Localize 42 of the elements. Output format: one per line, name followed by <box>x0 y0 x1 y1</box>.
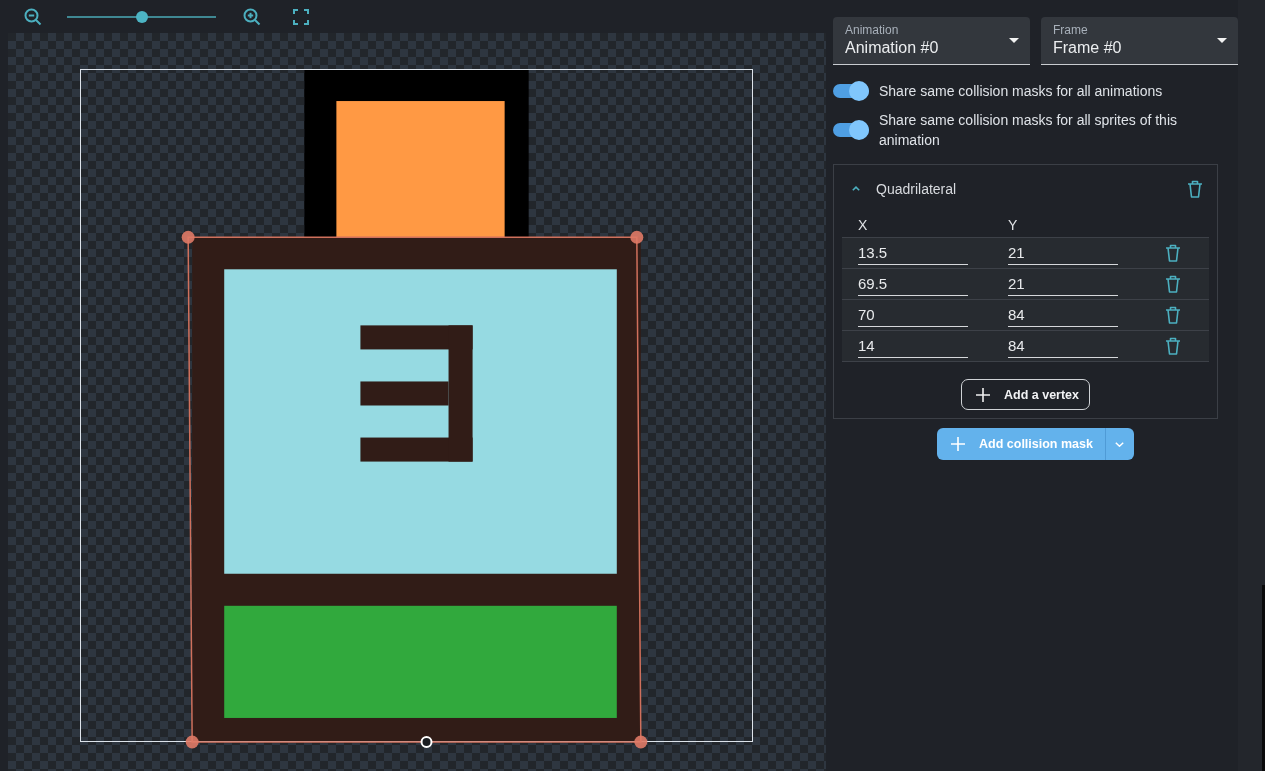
origin-handle[interactable] <box>420 736 433 748</box>
vertex-handle[interactable] <box>630 230 644 244</box>
trash-icon[interactable] <box>1187 179 1203 198</box>
trash-icon[interactable] <box>1165 244 1181 262</box>
vertex-y-field[interactable]: 84 <box>1008 334 1118 358</box>
zoom-in-icon[interactable] <box>243 7 261 26</box>
vertex-y-field[interactable]: 21 <box>1008 241 1118 265</box>
vertex-handle[interactable] <box>181 230 195 244</box>
vertex-handle[interactable] <box>185 735 199 749</box>
animation-select[interactable]: Animation Animation #0 <box>833 17 1030 65</box>
slider-thumb[interactable] <box>135 10 148 23</box>
fullscreen-icon[interactable] <box>293 8 309 25</box>
trash-icon[interactable] <box>1165 337 1181 355</box>
column-header: X <box>858 216 868 233</box>
vertex-x-field[interactable]: 69.5 <box>858 272 968 296</box>
dropdown-arrow-icon <box>1217 38 1227 43</box>
toggle-switch[interactable] <box>833 84 869 98</box>
vertex-x-field[interactable]: 70 <box>858 303 968 327</box>
caret-up-icon[interactable] <box>852 186 860 191</box>
add-vertex-button[interactable]: Add a vertex <box>961 379 1090 410</box>
toggle-label: Share same collision masks for all animations <box>879 82 1163 101</box>
caret-down-icon <box>1115 441 1125 447</box>
vertex-y-field[interactable]: 84 <box>1008 303 1118 327</box>
select-label: Frame <box>1053 23 1088 37</box>
vertex-x-field[interactable]: 13.5 <box>858 241 968 265</box>
collision-polygon[interactable] <box>187 236 642 743</box>
plus-icon <box>951 437 966 451</box>
vertex-x-field[interactable]: 14 <box>858 334 968 358</box>
mask-title: Quadrilateral <box>876 180 957 197</box>
plus-icon <box>976 387 990 402</box>
zoom-out-icon[interactable] <box>24 7 42 26</box>
toggle-switch[interactable] <box>833 123 869 137</box>
column-header: Y <box>1008 216 1018 233</box>
dropdown-arrow-icon <box>1009 38 1019 43</box>
select-label: Animation <box>845 23 899 37</box>
vertex-y-field[interactable]: 21 <box>1008 272 1118 296</box>
frame-select[interactable]: Frame Frame #0 <box>1041 17 1238 65</box>
toggle-label: Share same collision masks for all sprites of this animation <box>879 111 1178 150</box>
trash-icon[interactable] <box>1165 275 1181 293</box>
vertex-handle[interactable] <box>634 735 648 749</box>
scrollbar-thumb[interactable] <box>1262 585 1265 771</box>
trash-icon[interactable] <box>1165 306 1181 324</box>
